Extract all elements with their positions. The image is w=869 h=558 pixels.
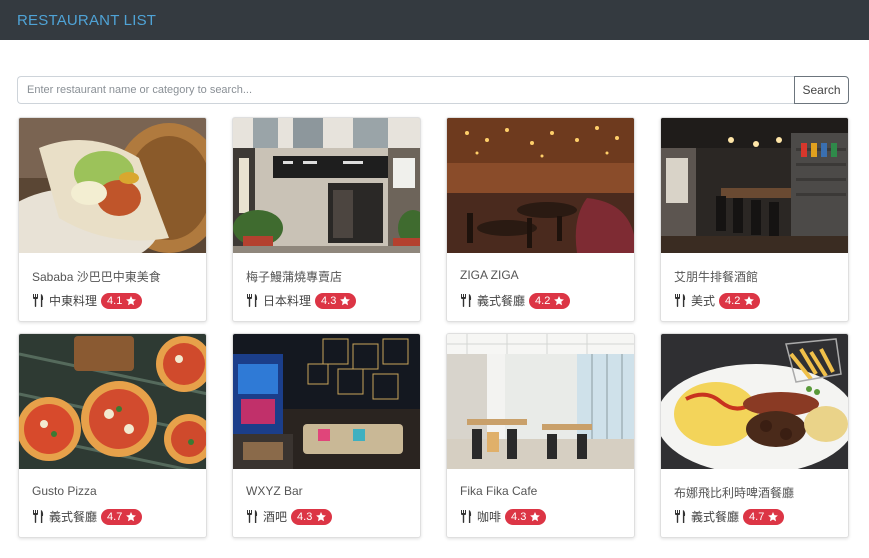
restaurant-category: 中東料理: [49, 294, 98, 308]
restaurant-name: Sababa 沙巴巴中東美食: [32, 270, 161, 284]
rating-value: 4.3: [297, 510, 313, 523]
restaurant-photo: [447, 118, 634, 253]
restaurant-photo: [447, 334, 634, 469]
restaurant-card[interactable]: 梅子鰻蒲燒專賣店 日本料理 4.3: [232, 117, 421, 322]
restaurant-meta: 咖啡 4.3: [460, 508, 634, 525]
star-icon: [554, 295, 565, 305]
restaurant-card[interactable]: WXYZ Bar 酒吧 4.3: [232, 333, 421, 538]
restaurant-name: Fika Fika Cafe: [460, 484, 538, 498]
restaurant-photo: [233, 334, 420, 469]
restaurant-card[interactable]: Fika Fika Cafe 咖啡 4.3: [446, 333, 635, 538]
rating-value: 4.1: [107, 294, 123, 307]
restaurant-name: Gusto Pizza: [32, 484, 97, 498]
search-bar: Search: [17, 76, 849, 104]
restaurant-name: 布娜飛比利時啤酒餐廳: [674, 486, 795, 500]
search-input[interactable]: [17, 76, 794, 104]
rating-badge: 4.3: [315, 292, 357, 309]
star-icon: [126, 511, 137, 521]
restaurant-category: 義式餐廳: [49, 510, 98, 524]
restaurant-photo: [661, 334, 848, 469]
rating-badge: 4.3: [505, 508, 547, 525]
restaurant-meta: 美式 4.2: [674, 292, 848, 309]
rating-value: 4.2: [725, 294, 741, 307]
rating-badge: 4.7: [101, 508, 143, 525]
restaurant-grid: Sababa 沙巴巴中東美食 中東料理 4.1 梅子鰻蒲燒專賣店 日本料理 4.…: [18, 117, 849, 538]
restaurant-card[interactable]: 艾朋牛排餐酒館 美式 4.2: [660, 117, 849, 322]
search-button[interactable]: Search: [794, 76, 849, 104]
restaurant-photo: [661, 118, 848, 253]
restaurant-category: 義式餐廳: [477, 294, 526, 308]
star-icon: [340, 295, 351, 305]
restaurant-meta: 義式餐廳 4.2: [460, 292, 634, 309]
rating-value: 4.7: [107, 510, 123, 523]
utensils-icon: [33, 294, 44, 307]
star-icon: [768, 511, 779, 521]
restaurant-card[interactable]: Gusto Pizza 義式餐廳 4.7: [18, 333, 207, 538]
rating-value: 4.3: [511, 510, 527, 523]
utensils-icon: [675, 510, 686, 523]
restaurant-photo: [233, 118, 420, 253]
restaurant-name: WXYZ Bar: [246, 484, 303, 498]
restaurant-card[interactable]: ZIGA ZIGA 義式餐廳 4.2: [446, 117, 635, 322]
rating-badge: 4.2: [719, 292, 761, 309]
restaurant-category: 酒吧: [263, 510, 288, 524]
restaurant-card[interactable]: 布娜飛比利時啤酒餐廳 義式餐廳 4.7: [660, 333, 849, 538]
restaurant-category: 日本料理: [263, 294, 312, 308]
restaurant-meta: 中東料理 4.1: [32, 292, 206, 309]
utensils-icon: [33, 510, 44, 523]
restaurant-meta: 義式餐廳 4.7: [674, 508, 848, 525]
restaurant-photo: [19, 118, 206, 253]
restaurant-name: 梅子鰻蒲燒專賣店: [246, 270, 343, 284]
utensils-icon: [247, 510, 258, 523]
utensils-icon: [675, 294, 686, 307]
restaurant-photo: [19, 334, 206, 469]
star-icon: [126, 295, 137, 305]
star-icon: [744, 295, 755, 305]
restaurant-meta: 酒吧 4.3: [246, 508, 420, 525]
restaurant-category: 咖啡: [477, 510, 502, 524]
rating-value: 4.7: [749, 510, 765, 523]
restaurant-meta: 義式餐廳 4.7: [32, 508, 206, 525]
utensils-icon: [461, 510, 472, 523]
rating-badge: 4.7: [743, 508, 785, 525]
restaurant-card[interactable]: Sababa 沙巴巴中東美食 中東料理 4.1: [18, 117, 207, 322]
restaurant-category: 美式: [691, 294, 716, 308]
restaurant-name: ZIGA ZIGA: [460, 268, 519, 282]
utensils-icon: [461, 294, 472, 307]
rating-badge: 4.1: [101, 292, 143, 309]
star-icon: [530, 511, 541, 521]
star-icon: [316, 511, 327, 521]
navbar-brand[interactable]: RESTAURANT LIST: [17, 12, 156, 29]
restaurant-meta: 日本料理 4.3: [246, 292, 420, 309]
rating-badge: 4.3: [291, 508, 333, 525]
rating-badge: 4.2: [529, 292, 571, 309]
restaurant-name: 艾朋牛排餐酒館: [674, 270, 759, 284]
restaurant-category: 義式餐廳: [691, 510, 740, 524]
rating-value: 4.2: [535, 294, 551, 307]
rating-value: 4.3: [321, 294, 337, 307]
navbar: RESTAURANT LIST: [0, 0, 869, 40]
utensils-icon: [247, 294, 258, 307]
